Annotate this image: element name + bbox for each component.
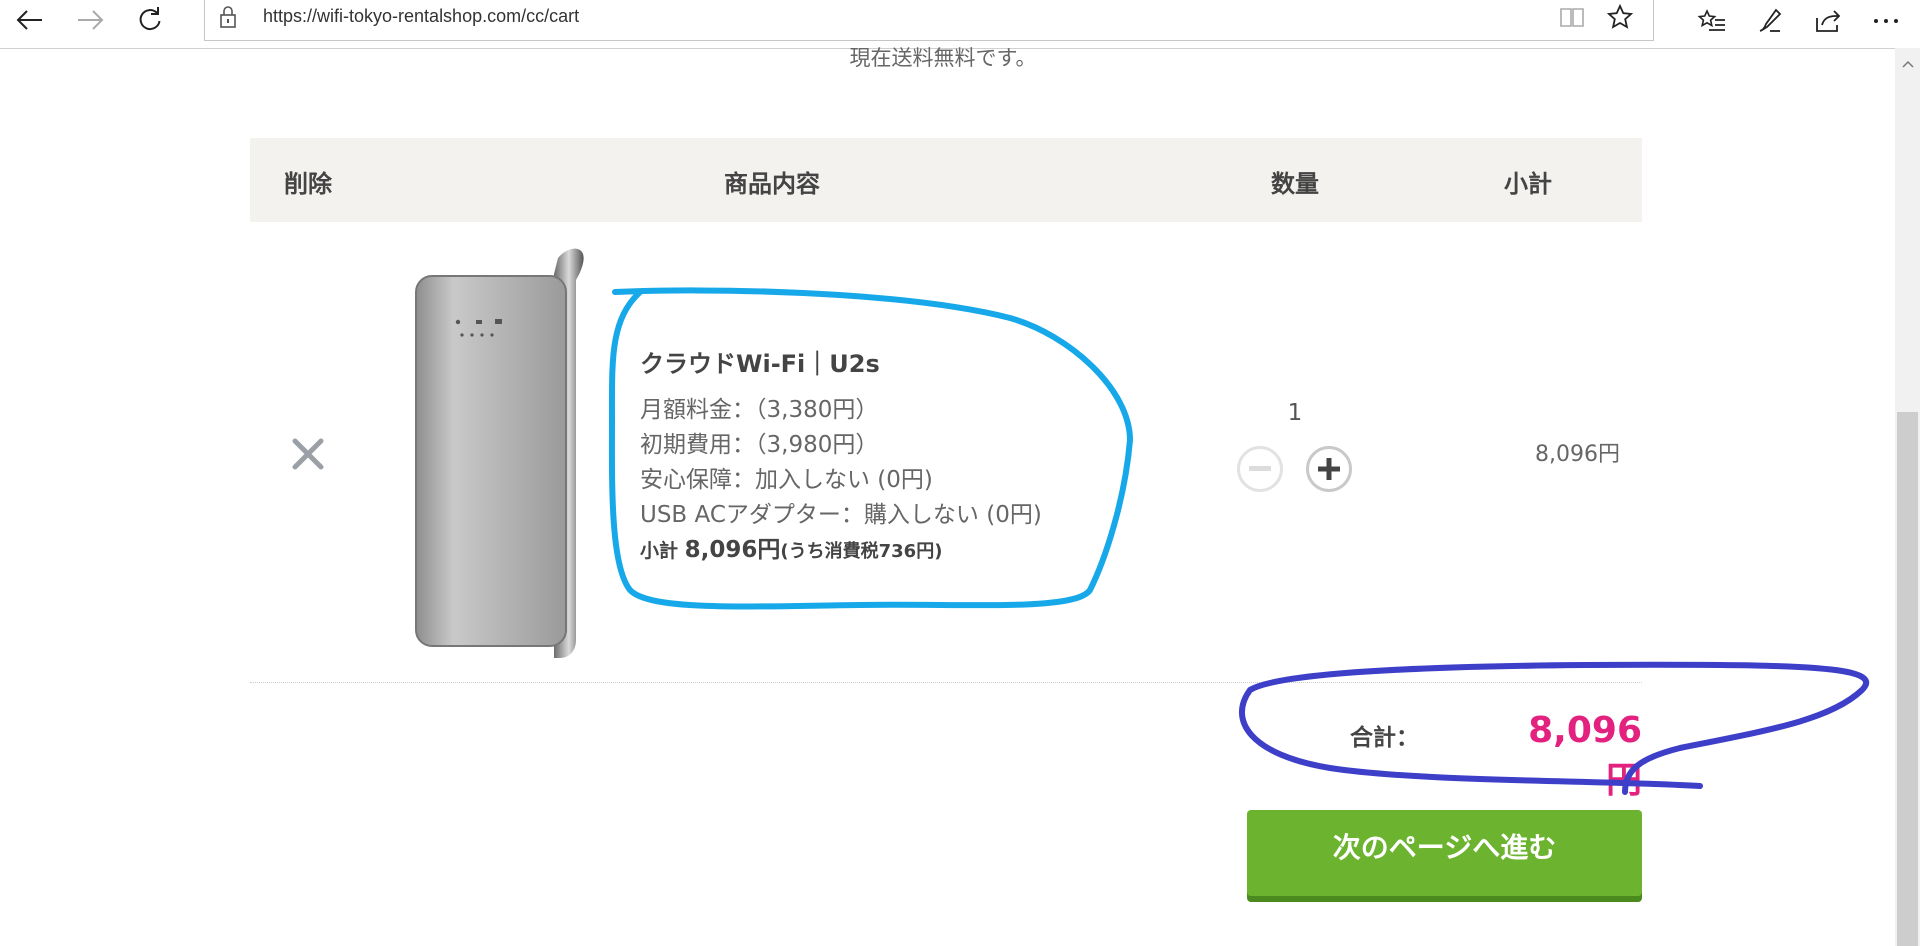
product-image — [410, 244, 595, 659]
favorite-star-icon[interactable] — [1606, 3, 1634, 34]
lock-icon — [219, 5, 237, 33]
row-divider — [250, 682, 1642, 683]
share-icon — [1816, 10, 1841, 32]
header-quantity: 数量 — [1271, 170, 1319, 198]
minus-icon — [1249, 466, 1271, 471]
quantity-value: 1 — [1287, 400, 1303, 426]
back-icon — [16, 10, 42, 30]
forward-button[interactable] — [60, 0, 120, 40]
url-text: https://wifi-tokyo-rentalshop.com/cc/car… — [263, 6, 580, 26]
back-button[interactable] — [0, 0, 60, 40]
next-page-button[interactable]: 次のページへ進む — [1247, 810, 1642, 896]
header-product: 商品内容 — [724, 170, 820, 198]
refresh-button[interactable] — [120, 0, 180, 40]
row-subtotal: 8,096円 — [1535, 442, 1620, 467]
share-button[interactable] — [1808, 4, 1848, 38]
cart-table-header: 削除 商品内容 数量 小計 — [250, 138, 1642, 222]
favorites-hub-button[interactable] — [1692, 4, 1732, 38]
favorites-hub-icon — [1697, 9, 1725, 31]
product-tax-note: (うち消費税736円) — [780, 541, 943, 562]
refresh-icon — [139, 7, 161, 31]
header-subtotal: 小計 — [1504, 170, 1552, 198]
scroll-up-icon[interactable] — [1895, 54, 1920, 74]
header-delete: 削除 — [284, 170, 332, 198]
delete-item-button[interactable] — [286, 432, 330, 476]
shipping-notice: 現在送料無料です。 — [849, 46, 1037, 70]
product-subtotal-amount: 8,096円 — [684, 537, 781, 563]
quantity-increase-button[interactable] — [1306, 446, 1352, 492]
product-detail-initial: 初期費用：（3,980円） — [640, 432, 879, 458]
product-name: クラウドWi-Fi｜U2s — [640, 350, 880, 378]
product-detail-adapter: USB ACアダプター：購入しない (0円) — [640, 502, 1042, 528]
product-subtotal: 小計 8,096円(うち消費税736円) — [640, 530, 942, 564]
product-detail-insurance: 安心保障：加入しない (0円) — [640, 467, 933, 493]
plus-icon — [1318, 458, 1340, 480]
total-value: 8,096円 — [1528, 710, 1642, 801]
reading-view-icon[interactable] — [1559, 6, 1585, 32]
more-button[interactable] — [1866, 4, 1906, 38]
vertical-scrollbar[interactable] — [1895, 48, 1920, 946]
web-note-button[interactable] — [1750, 4, 1790, 38]
close-icon — [292, 438, 324, 470]
quantity-decrease-button[interactable] — [1237, 446, 1283, 492]
pen-icon — [1759, 8, 1782, 32]
address-bar[interactable]: https://wifi-tokyo-rentalshop.com/cc/car… — [204, 0, 1654, 41]
total-label: 合計： — [1350, 725, 1419, 751]
product-subtotal-label: 小計 — [640, 540, 685, 562]
product-detail-monthly: 月額料金：（3,380円） — [640, 397, 879, 423]
scroll-thumb[interactable] — [1897, 412, 1918, 946]
more-icon — [1874, 19, 1898, 23]
forward-icon — [78, 10, 104, 30]
